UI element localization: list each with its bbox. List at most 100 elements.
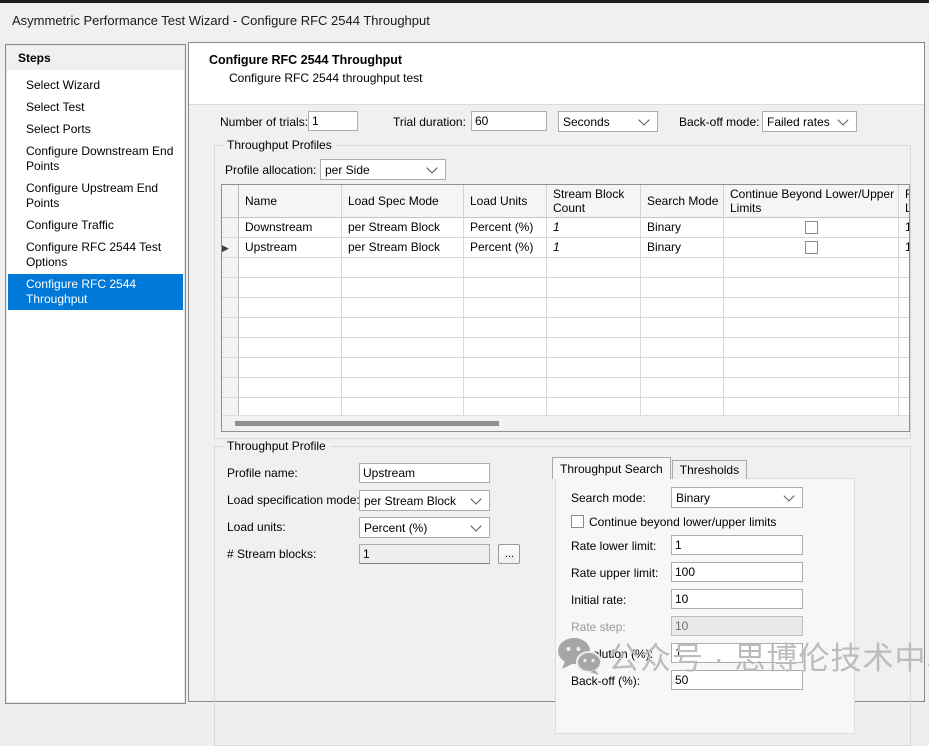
cell-load_spec_mode[interactable]	[342, 358, 464, 378]
column-header-load_units[interactable]: Load Units	[464, 185, 547, 218]
column-header-continue_beyond[interactable]: Continue Beyond Lower/Upper Limits	[724, 185, 899, 218]
sidebar-item-configure-downstream-end-points[interactable]: Configure Downstream End Points	[8, 141, 183, 177]
sidebar-item-configure-upstream-end-points[interactable]: Configure Upstream End Points	[8, 178, 183, 214]
row-header[interactable]	[222, 358, 239, 378]
cell-load_units[interactable]	[464, 338, 547, 358]
cell-rate_lower_limit[interactable]	[899, 298, 910, 318]
cell-stream_block_count[interactable]	[547, 378, 641, 398]
cell-load_units[interactable]	[464, 378, 547, 398]
cell-load_units[interactable]: Percent (%)	[464, 218, 547, 238]
column-header-load_spec_mode[interactable]: Load Spec Mode	[342, 185, 464, 218]
cell-stream_block_count[interactable]	[547, 298, 641, 318]
backoff-percent-input[interactable]	[671, 670, 803, 690]
cell-rate_lower_limit[interactable]	[899, 338, 910, 358]
cell-rate_lower_limit[interactable]	[899, 278, 910, 298]
tab-throughput-search[interactable]: Throughput Search	[552, 457, 671, 479]
column-header-name[interactable]: Name	[239, 185, 342, 218]
cell-load_spec_mode[interactable]	[342, 338, 464, 358]
cell-continue_beyond[interactable]	[724, 338, 899, 358]
cell-continue_beyond[interactable]	[724, 318, 899, 338]
trial-duration-input[interactable]	[471, 111, 547, 131]
cell-load_spec_mode[interactable]	[342, 298, 464, 318]
cell-rate_lower_limit[interactable]	[899, 378, 910, 398]
cell-load_spec_mode[interactable]: per Stream Block	[342, 238, 464, 258]
cell-continue_beyond[interactable]	[724, 278, 899, 298]
cell-load_spec_mode[interactable]	[342, 318, 464, 338]
row-header[interactable]	[222, 318, 239, 338]
load-spec-mode-select[interactable]: per Stream Block	[359, 490, 490, 511]
cell-load_spec_mode[interactable]	[342, 278, 464, 298]
cell-load_units[interactable]	[464, 298, 547, 318]
rate-upper-limit-input[interactable]	[671, 562, 803, 582]
cell-rate_lower_limit[interactable]: 1	[899, 218, 910, 238]
cell-name[interactable]: Upstream	[239, 238, 342, 258]
cell-stream_block_count[interactable]	[547, 318, 641, 338]
cell-load_spec_mode[interactable]	[342, 258, 464, 278]
cell-continue_beyond[interactable]	[724, 238, 899, 258]
profile-name-input[interactable]	[359, 463, 490, 483]
row-continue-beyond-checkbox[interactable]	[805, 221, 818, 234]
cell-name[interactable]	[239, 378, 342, 398]
cell-load_spec_mode[interactable]	[342, 378, 464, 398]
search-mode-select[interactable]: Binary	[671, 487, 803, 508]
cell-load_units[interactable]	[464, 278, 547, 298]
cell-search_mode[interactable]	[641, 298, 724, 318]
cell-continue_beyond[interactable]	[724, 258, 899, 278]
cell-search_mode[interactable]	[641, 278, 724, 298]
column-header-rate_lower_limit[interactable]: R Li	[899, 185, 910, 218]
cell-stream_block_count[interactable]	[547, 358, 641, 378]
cell-search_mode[interactable]	[641, 258, 724, 278]
cell-stream_block_count[interactable]: 1	[547, 238, 641, 258]
row-header[interactable]	[222, 298, 239, 318]
resolution-input[interactable]	[671, 643, 803, 663]
column-header-stream_block_count[interactable]: Stream Block Count	[547, 185, 641, 218]
cell-name[interactable]: Downstream	[239, 218, 342, 238]
continue-beyond-limits-checkbox[interactable]	[571, 515, 584, 528]
cell-stream_block_count[interactable]: 1	[547, 218, 641, 238]
trial-duration-unit-select[interactable]: Seconds	[558, 111, 658, 132]
sidebar-item-configure-traffic[interactable]: Configure Traffic	[8, 215, 183, 236]
cell-name[interactable]	[239, 318, 342, 338]
stream-blocks-input[interactable]	[359, 544, 490, 564]
rate-lower-limit-input[interactable]	[671, 535, 803, 555]
load-units-select[interactable]: Percent (%)	[359, 517, 490, 538]
cell-load_units[interactable]	[464, 258, 547, 278]
cell-search_mode[interactable]	[641, 338, 724, 358]
cell-name[interactable]	[239, 358, 342, 378]
scrollbar-thumb[interactable]	[235, 421, 499, 426]
cell-load_units[interactable]	[464, 358, 547, 378]
window-titlebar[interactable]: Asymmetric Performance Test Wizard - Con…	[0, 0, 929, 38]
sidebar-item-select-wizard[interactable]: Select Wizard	[8, 75, 183, 96]
row-continue-beyond-checkbox[interactable]	[805, 241, 818, 254]
cell-continue_beyond[interactable]	[724, 358, 899, 378]
table-horizontal-scrollbar[interactable]	[222, 415, 909, 431]
row-header[interactable]: ▶	[222, 238, 239, 258]
cell-stream_block_count[interactable]	[547, 258, 641, 278]
initial-rate-input[interactable]	[671, 589, 803, 609]
sidebar-item-select-ports[interactable]: Select Ports	[8, 119, 183, 140]
cell-rate_lower_limit[interactable]	[899, 358, 910, 378]
row-header[interactable]	[222, 258, 239, 278]
sidebar-item-configure-rfc-2544-test-options[interactable]: Configure RFC 2544 Test Options	[8, 237, 183, 273]
tab-thresholds[interactable]: Thresholds	[672, 460, 747, 479]
cell-search_mode[interactable]	[641, 378, 724, 398]
cell-stream_block_count[interactable]	[547, 338, 641, 358]
cell-continue_beyond[interactable]	[724, 218, 899, 238]
cell-load_units[interactable]: Percent (%)	[464, 238, 547, 258]
stream-blocks-browse-button[interactable]: ...	[498, 544, 520, 564]
number-of-trials-input[interactable]	[308, 111, 358, 131]
cell-load_units[interactable]	[464, 318, 547, 338]
sidebar-item-select-test[interactable]: Select Test	[8, 97, 183, 118]
cell-rate_lower_limit[interactable]: 1	[899, 238, 910, 258]
backoff-mode-select[interactable]: Failed rates	[762, 111, 857, 132]
table-corner-header[interactable]	[222, 185, 239, 218]
cell-continue_beyond[interactable]	[724, 298, 899, 318]
cell-search_mode[interactable]: Binary	[641, 238, 724, 258]
column-header-search_mode[interactable]: Search Mode	[641, 185, 724, 218]
row-header[interactable]	[222, 378, 239, 398]
cell-name[interactable]	[239, 258, 342, 278]
cell-name[interactable]	[239, 278, 342, 298]
cell-stream_block_count[interactable]	[547, 278, 641, 298]
sidebar-item-configure-rfc-2544-throughput[interactable]: Configure RFC 2544 Throughput	[8, 274, 183, 310]
row-header[interactable]	[222, 278, 239, 298]
